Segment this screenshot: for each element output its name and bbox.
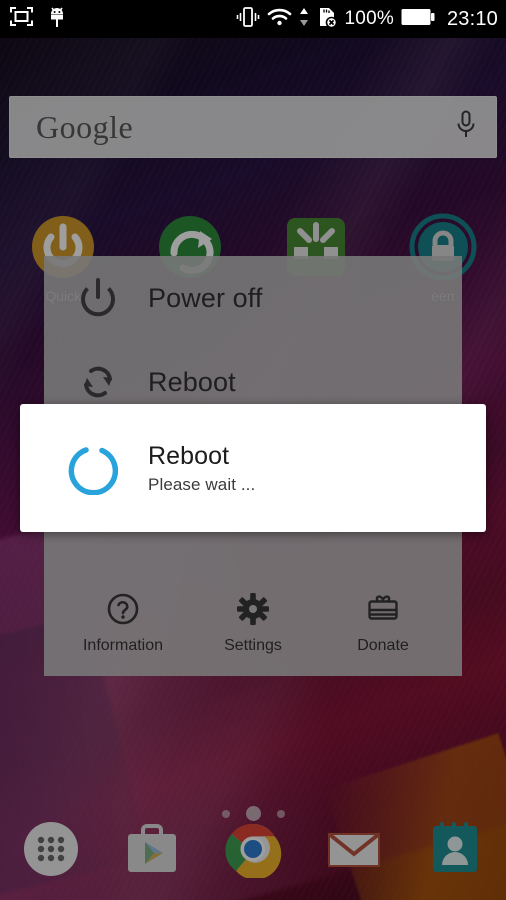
progress-dialog-message: Please wait ... (148, 474, 256, 494)
footer-item-information[interactable]: Information (58, 592, 188, 655)
power-menu-footer: Information Settings Donate (44, 580, 462, 676)
reboot-icon (72, 356, 124, 408)
vibrate-icon (236, 6, 260, 32)
status-bar-right: 100% 23:10 (236, 6, 498, 33)
battery-full-icon (401, 8, 435, 31)
footer-label: Information (82, 636, 164, 654)
power-menu-item-power-off[interactable]: Power off (44, 256, 462, 340)
progress-dialog-text: Reboot Please wait ... (148, 442, 255, 495)
gear-icon (236, 592, 270, 631)
footer-label: Settings (224, 636, 282, 654)
status-bar: 100% 23:10 (0, 0, 506, 38)
footer-item-donate[interactable]: Donate (318, 592, 448, 655)
loading-spinner-icon (64, 441, 119, 496)
battery-percent-label: 100% (344, 8, 394, 29)
footer-label: Donate (357, 636, 409, 654)
footer-item-settings[interactable]: Settings (188, 592, 318, 655)
clock: 23:10 (446, 7, 498, 30)
help-circle-icon (106, 592, 140, 631)
gift-card-icon (366, 592, 400, 631)
power-icon (72, 272, 124, 324)
screenshot-capture-icon (10, 7, 33, 31)
reboot-progress-dialog: Reboot Please wait ... (20, 404, 486, 532)
android-robot-icon (47, 6, 67, 33)
power-menu-label: Reboot (148, 366, 236, 397)
sdcard-removed-icon (316, 6, 338, 33)
wifi-icon (267, 7, 292, 32)
android-home-screen: Google Quick (0, 0, 506, 900)
progress-dialog-title: Reboot (148, 441, 230, 470)
power-menu-label: Power off (148, 282, 263, 313)
data-transfer-arrows-icon (299, 7, 309, 32)
status-bar-left (10, 6, 67, 33)
